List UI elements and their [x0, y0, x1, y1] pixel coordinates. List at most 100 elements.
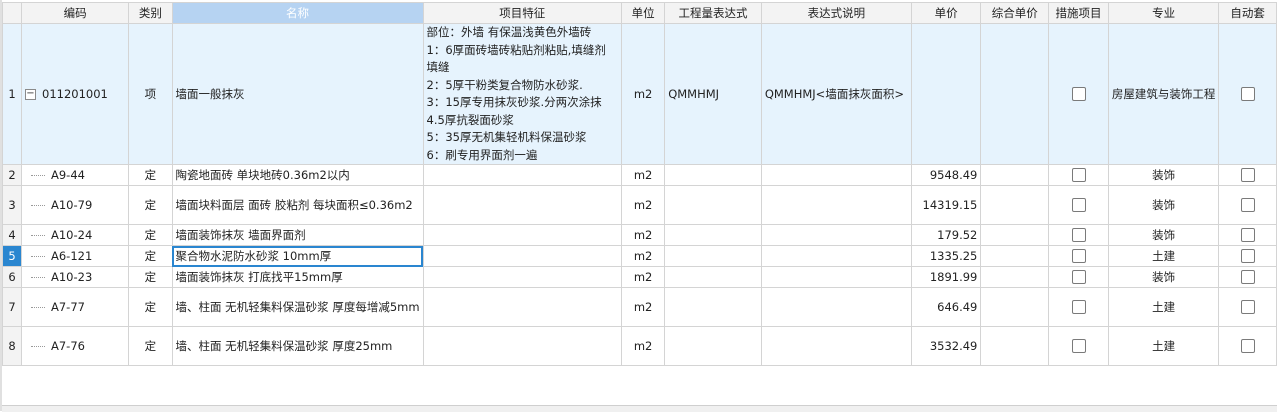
auto-checkbox[interactable] [1240, 228, 1255, 243]
type-cell[interactable]: 定 [128, 326, 173, 366]
auto-checkbox[interactable] [1240, 339, 1255, 354]
code-cell[interactable]: −011201001 [20, 23, 130, 165]
header-feature[interactable]: 项目特征 [422, 2, 622, 24]
major-cell[interactable]: 土建 [1107, 326, 1220, 366]
type-cell[interactable]: 定 [128, 164, 173, 186]
auto-checkbox[interactable] [1240, 249, 1255, 264]
expr-desc-cell[interactable]: QMMHMJ<墙面抹灰面积> [760, 23, 912, 165]
measure-cell[interactable] [1048, 266, 1109, 288]
name-cell[interactable]: 墙面装饰抹灰 墙面界面剂 [171, 224, 424, 246]
feature-cell[interactable] [422, 266, 622, 288]
unit-total-cell[interactable] [980, 164, 1050, 186]
name-cell[interactable]: 墙面装饰抹灰 打底找平15mm厚 [171, 266, 424, 288]
unit-cell[interactable]: m2 [620, 287, 666, 327]
price-cell[interactable] [910, 23, 982, 165]
header-type[interactable]: 类别 [128, 2, 173, 24]
unit-total-cell[interactable] [980, 326, 1050, 366]
type-cell[interactable]: 定 [128, 266, 173, 288]
measure-cell[interactable] [1048, 326, 1109, 366]
code-cell[interactable]: A9-44 [20, 164, 130, 186]
table-row[interactable]: 3 A10-79 定墙面块料面层 面砖 胶粘剂 每块面积≤0.36m2 m2 14319… [2, 185, 1277, 225]
expr-cell[interactable] [664, 164, 762, 186]
unit-cell[interactable]: m2 [620, 164, 666, 186]
table-row[interactable]: 5 A6-121 定聚合物水泥防水砂浆 10mm厚 m2 1335.25 土建 [2, 245, 1277, 267]
major-cell[interactable]: 装饰 [1107, 224, 1220, 246]
unit-cell[interactable]: m2 [620, 326, 666, 366]
expr-cell[interactable] [664, 287, 762, 327]
price-cell[interactable]: 179.52 [910, 224, 982, 246]
header-major[interactable]: 专业 [1107, 2, 1220, 24]
measure-checkbox[interactable] [1071, 300, 1086, 315]
table-row-parent[interactable]: 1 −011201001 项 墙面一般抹灰 部位：外墙 有保温浅黄色外墙砖 1：6… [2, 23, 1277, 165]
expr-cell[interactable] [664, 224, 762, 246]
code-cell[interactable]: A7-76 [20, 326, 130, 366]
auto-checkbox[interactable] [1240, 270, 1255, 285]
feature-cell[interactable] [422, 245, 622, 267]
feature-cell[interactable] [422, 185, 622, 225]
unit-total-cell[interactable] [980, 266, 1050, 288]
unit-cell[interactable]: m2 [620, 23, 666, 165]
header-auto[interactable]: 自动套 [1218, 2, 1277, 24]
expr-cell[interactable] [664, 185, 762, 225]
table-row[interactable]: 4 A10-24 定墙面装饰抹灰 墙面界面剂 m2 179.52 装饰 [2, 224, 1277, 246]
feature-cell[interactable] [422, 326, 622, 366]
measure-cell[interactable] [1048, 224, 1109, 246]
row-number[interactable]: 8 [2, 326, 22, 366]
name-cell[interactable]: 聚合物水泥防水砂浆 10mm厚 [171, 245, 424, 267]
auto-checkbox[interactable] [1240, 198, 1255, 213]
measure-cell[interactable] [1048, 164, 1109, 186]
header-measure[interactable]: 措施项目 [1048, 2, 1109, 24]
auto-cell[interactable] [1218, 185, 1277, 225]
type-cell[interactable]: 项 [128, 23, 173, 165]
auto-cell[interactable] [1218, 164, 1277, 186]
header-rownum[interactable] [2, 2, 22, 24]
header-code[interactable]: 编码 [20, 2, 130, 24]
auto-cell[interactable] [1218, 23, 1277, 165]
auto-cell[interactable] [1218, 224, 1277, 246]
type-cell[interactable]: 定 [128, 287, 173, 327]
measure-checkbox[interactable] [1071, 249, 1086, 264]
measure-checkbox[interactable] [1071, 168, 1086, 183]
price-cell[interactable]: 9548.49 [910, 164, 982, 186]
price-cell[interactable]: 1335.25 [910, 245, 982, 267]
name-cell[interactable]: 墙面一般抹灰 [171, 23, 424, 165]
feature-cell[interactable] [422, 164, 622, 186]
type-cell[interactable]: 定 [128, 185, 173, 225]
table-row[interactable]: 2 A9-44 定陶瓷地面砖 单块地砖0.36m2以内 m2 9548.49 装饰 [2, 164, 1277, 186]
name-cell[interactable]: 墙、柱面 无机轻集料保温砂浆 厚度每增减5mm [171, 287, 424, 327]
collapse-icon[interactable]: − [25, 89, 36, 100]
major-cell[interactable]: 装饰 [1107, 185, 1220, 225]
header-unit-total[interactable]: 综合单价 [980, 2, 1050, 24]
unit-cell[interactable]: m2 [620, 185, 666, 225]
expr-cell[interactable] [664, 266, 762, 288]
unit-total-cell[interactable] [980, 287, 1050, 327]
header-name[interactable]: 名称 [171, 2, 424, 24]
table-row[interactable]: 8 A7-76 定墙、柱面 无机轻集料保温砂浆 厚度25mm m2 3532.49 土建 [2, 326, 1277, 366]
unit-total-cell[interactable] [980, 185, 1050, 225]
expr-cell[interactable] [664, 326, 762, 366]
unit-cell[interactable]: m2 [620, 224, 666, 246]
major-cell[interactable]: 装饰 [1107, 266, 1220, 288]
price-cell[interactable]: 1891.99 [910, 266, 982, 288]
auto-cell[interactable] [1218, 266, 1277, 288]
price-cell[interactable]: 3532.49 [910, 326, 982, 366]
table-row[interactable]: 6 A10-23 定墙面装饰抹灰 打底找平15mm厚 m2 1891.99 装饰 [2, 266, 1277, 288]
expr-desc-cell[interactable] [760, 224, 912, 246]
price-cell[interactable]: 646.49 [910, 287, 982, 327]
auto-cell[interactable] [1218, 326, 1277, 366]
type-cell[interactable]: 定 [128, 245, 173, 267]
auto-checkbox[interactable] [1240, 168, 1255, 183]
measure-checkbox[interactable] [1071, 198, 1086, 213]
unit-cell[interactable]: m2 [620, 266, 666, 288]
row-number[interactable]: 7 [2, 287, 22, 327]
measure-cell[interactable] [1048, 185, 1109, 225]
header-price[interactable]: 单价 [910, 2, 982, 24]
feature-cell[interactable] [422, 287, 622, 327]
expr-desc-cell[interactable] [760, 164, 912, 186]
unit-total-cell[interactable] [980, 245, 1050, 267]
row-number[interactable]: 3 [2, 185, 22, 225]
name-cell[interactable]: 陶瓷地面砖 单块地砖0.36m2以内 [171, 164, 424, 186]
code-cell[interactable]: A10-23 [20, 266, 130, 288]
feature-cell[interactable] [422, 224, 622, 246]
measure-cell[interactable] [1048, 23, 1109, 165]
